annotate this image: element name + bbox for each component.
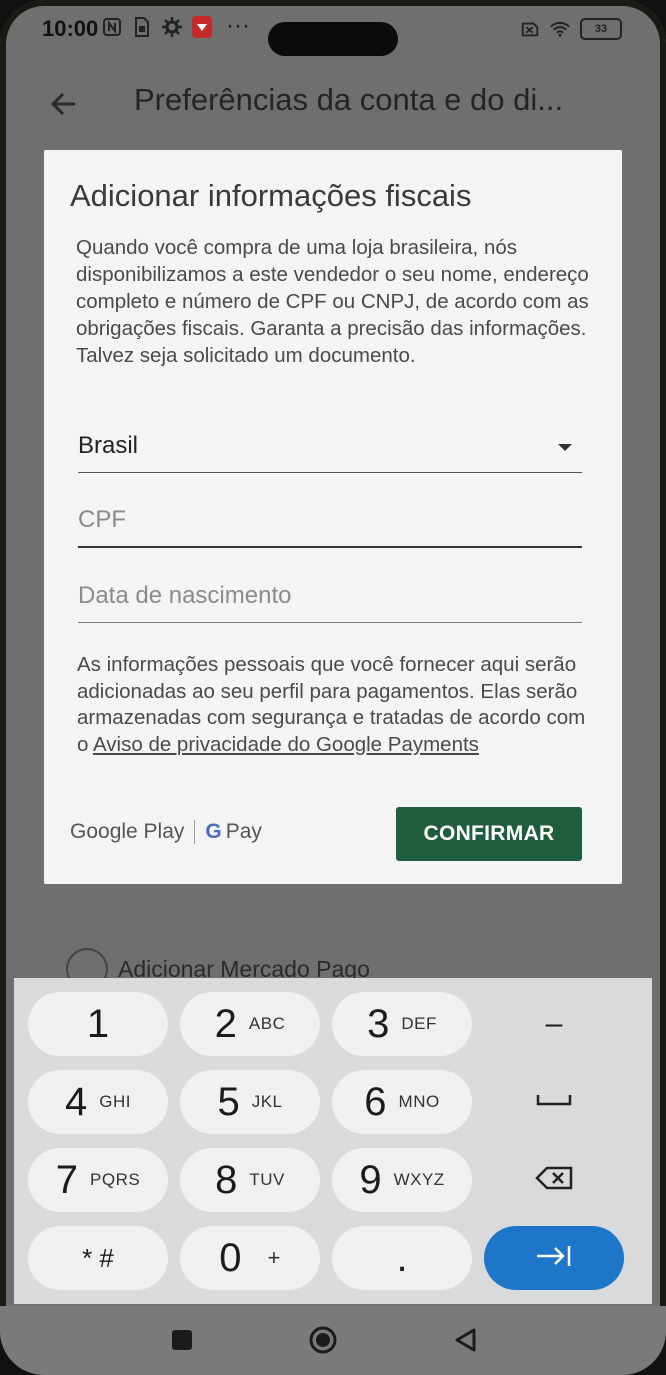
- circle-icon: [309, 1326, 337, 1354]
- field-underline: [78, 546, 582, 548]
- next-button[interactable]: [484, 1226, 624, 1290]
- privacy-notice-link[interactable]: Aviso de privacidade do Google Payments: [93, 733, 479, 756]
- gear-icon: [162, 16, 182, 38]
- key-minus[interactable]: –: [484, 992, 624, 1056]
- notification-app-icon: [192, 16, 212, 38]
- status-time: 10:00: [42, 16, 99, 41]
- sim-icon: [132, 16, 152, 38]
- home-button[interactable]: [303, 1320, 343, 1360]
- key-5[interactable]: 5 JKL: [180, 1070, 320, 1134]
- key-backspace[interactable]: [484, 1148, 624, 1212]
- key-1[interactable]: 1: [28, 992, 168, 1056]
- key-7[interactable]: 7 PQRS: [28, 1148, 168, 1212]
- birthdate-field[interactable]: Data de nascimento: [78, 568, 582, 626]
- privacy-info: As informações pessoais que você fornece…: [77, 652, 597, 758]
- key-3[interactable]: 3 DEF: [332, 992, 472, 1056]
- key-symbols[interactable]: * #: [28, 1226, 168, 1290]
- back-button[interactable]: [40, 80, 88, 128]
- page-title: Preferências da conta e do di...: [134, 82, 564, 117]
- key-4[interactable]: 4 GHI: [28, 1070, 168, 1134]
- numeric-keyboard: 1 2 ABC 3 DEF – 4 GHI 5 JKL 6 MNO 7 PQRS 8 TUV …: [14, 978, 652, 1304]
- square-icon: [172, 1330, 192, 1350]
- nfc-icon: [102, 16, 122, 38]
- more-notifications-icon: ···: [226, 12, 250, 39]
- sim-off-icon: [520, 18, 540, 40]
- space-bar-icon: [536, 1093, 572, 1112]
- key-2[interactable]: 2 ABC: [180, 992, 320, 1056]
- cpf-field[interactable]: CPF: [78, 492, 582, 550]
- arrow-left-icon: [50, 92, 75, 116]
- tab-next-icon: [534, 1243, 574, 1274]
- wifi-icon: [550, 18, 570, 40]
- dialog-description: Quando você compra de uma loja brasileir…: [76, 236, 589, 367]
- key-8[interactable]: 8 TUV: [180, 1148, 320, 1212]
- birthdate-placeholder: Data de nascimento: [78, 582, 292, 609]
- status-bar: 10:00 ··· 33: [0, 0, 666, 62]
- google-play-logo: Google Play: [70, 820, 185, 843]
- key-space[interactable]: [484, 1070, 624, 1134]
- app-bar: Preferências da conta e do di...: [0, 72, 666, 132]
- key-9[interactable]: 9 WXYZ: [332, 1148, 472, 1212]
- camera-notch: [268, 22, 398, 56]
- key-period[interactable]: .: [332, 1226, 472, 1290]
- system-back-button[interactable]: [446, 1320, 486, 1360]
- gpay-logo: G Pay: [205, 820, 262, 844]
- country-value: Brasil: [78, 432, 139, 459]
- key-0[interactable]: 0 +: [180, 1226, 320, 1290]
- gpay-label: Pay: [225, 820, 262, 843]
- cpf-placeholder: CPF: [78, 506, 126, 533]
- status-icons-left: [102, 16, 212, 38]
- battery-icon: 33: [580, 18, 622, 40]
- confirm-button[interactable]: CONFIRMAR: [396, 807, 582, 861]
- field-underline: [78, 622, 582, 623]
- recents-button[interactable]: [162, 1320, 202, 1360]
- phone-screen: 10:00 ··· 33 Preferências da conta e do …: [0, 0, 666, 1375]
- tax-info-dialog: Adicionar informações fiscais Quando voc…: [44, 150, 622, 884]
- status-icons-right: 33: [520, 18, 622, 40]
- key-6[interactable]: 6 MNO: [332, 1070, 472, 1134]
- divider: [194, 820, 196, 844]
- triangle-back-icon: [455, 1328, 476, 1352]
- system-nav-bar: [0, 1306, 666, 1375]
- chevron-down-icon: [558, 444, 572, 451]
- dialog-title: Adicionar informações fiscais: [70, 178, 472, 213]
- brand-row: Google Play G Pay: [70, 820, 262, 844]
- backspace-icon: [535, 1166, 573, 1195]
- field-underline: [78, 472, 582, 473]
- country-select[interactable]: Brasil: [78, 426, 582, 476]
- g-logo-icon: G: [205, 820, 222, 843]
